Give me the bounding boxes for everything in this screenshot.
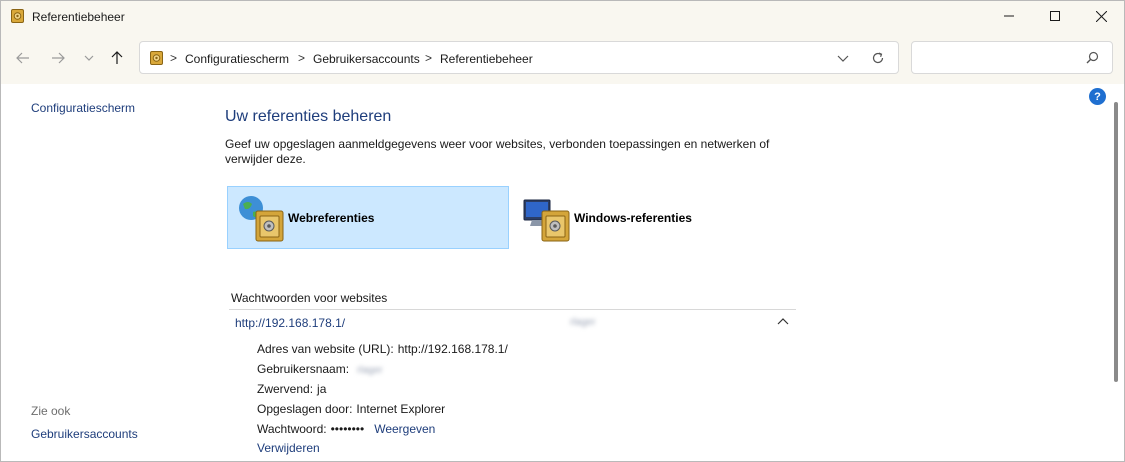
monitor-vault-icon (523, 199, 570, 242)
detail-roaming-label: Zwervend: (257, 382, 314, 396)
arrow-right-icon (52, 52, 65, 64)
refresh-icon[interactable] (870, 50, 886, 66)
detail-username-value: rlager (357, 365, 383, 376)
arrow-left-icon (16, 52, 29, 64)
search-box[interactable] (911, 41, 1113, 74)
breadcrumb-item-configuratiescherm[interactable]: Configuratiescherm (185, 52, 289, 66)
detail-username-label: Gebruikersnaam: (257, 362, 350, 376)
detail-address-value: http://192.168.178.1/ (397, 342, 508, 356)
search-icon[interactable] (1086, 51, 1099, 64)
credential-manager-icon (11, 9, 24, 23)
minimize-button[interactable] (986, 1, 1032, 31)
recent-locations-button[interactable] (78, 47, 100, 69)
globe-vault-icon (239, 196, 284, 242)
arrow-up-icon (111, 51, 123, 64)
detail-password-value: •••••••• (330, 422, 365, 436)
navigation-bar: > Configuratiescherm > Gebruikersaccount… (0, 31, 1125, 84)
breadcrumb-separator: > (298, 51, 306, 65)
tile-label-web-credentials: Webreferenties (288, 211, 375, 225)
detail-username: Gebruikersnaam: rlager (257, 362, 383, 376)
sidebar-link-configuratiescherm[interactable]: Configuratiescherm (31, 101, 135, 115)
maximize-button[interactable] (1032, 1, 1078, 31)
breadcrumb-item-gebruikersaccounts[interactable]: Gebruikersaccounts (313, 52, 420, 66)
tile-label-windows-credentials: Windows-referenties (574, 211, 692, 225)
see-also-heading: Zie ook (31, 404, 71, 418)
detail-address-label: Adres van website (URL): (257, 342, 394, 356)
section-heading-web-passwords: Wachtwoorden voor websites (231, 291, 388, 305)
close-icon (1095, 10, 1107, 22)
chevron-down-icon (84, 55, 94, 61)
chevron-down-icon[interactable] (835, 52, 851, 66)
tile-windows-credentials[interactable]: Windows-referenties (513, 186, 795, 249)
credential-username-blurred: rlager (570, 317, 596, 328)
detail-password-label: Wachtwoord: (257, 422, 327, 436)
remove-credential-link[interactable]: Verwijderen (257, 441, 320, 455)
credential-manager-icon (150, 51, 163, 65)
detail-address: Adres van website (URL): http://192.168.1… (257, 342, 508, 356)
up-button[interactable] (106, 47, 128, 69)
address-bar[interactable]: > Configuratiescherm > Gebruikersaccount… (139, 41, 899, 74)
page-title: Uw referenties beheren (225, 108, 392, 125)
credential-row[interactable]: http://192.168.178.1/ rlager (229, 312, 796, 334)
page-description: Geef uw opgeslagen aanmeldgegevens weer … (225, 137, 770, 166)
detail-password: Wachtwoord: •••••••• Weergeven (257, 422, 435, 436)
back-button[interactable] (12, 47, 34, 69)
content-area: Configuratiescherm Zie ook Gebruikersacc… (0, 84, 1125, 462)
breadcrumb-separator: > (425, 51, 433, 65)
breadcrumb-item-referentiebeheer[interactable]: Referentiebeheer (440, 52, 533, 66)
search-input[interactable] (920, 49, 1080, 67)
chevron-up-icon[interactable] (777, 317, 789, 325)
show-password-link[interactable]: Weergeven (374, 422, 435, 436)
scrollbar[interactable] (1114, 102, 1118, 382)
detail-saved-by: Opgeslagen door: Internet Explorer (257, 402, 445, 416)
tile-web-credentials[interactable]: Webreferenties (227, 186, 509, 249)
maximize-icon (1050, 11, 1060, 21)
detail-saved-by-value: Internet Explorer (356, 402, 446, 416)
detail-roaming: Zwervend: ja (257, 382, 326, 396)
sidebar-link-gebruikersaccounts[interactable]: Gebruikersaccounts (31, 427, 138, 441)
section-divider (229, 309, 796, 310)
detail-saved-by-label: Opgeslagen door: (257, 402, 353, 416)
help-icon[interactable]: ? (1089, 88, 1106, 105)
close-button[interactable] (1078, 1, 1124, 31)
detail-roaming-value: ja (317, 382, 327, 396)
minimize-icon (1004, 15, 1014, 17)
credential-url: http://192.168.178.1/ (235, 316, 346, 330)
window-title: Referentiebeheer (32, 10, 125, 24)
detail-remove: Verwijderen (257, 441, 320, 455)
title-bar: Referentiebeheer (0, 0, 1125, 31)
forward-button[interactable] (47, 47, 69, 69)
breadcrumb-separator: > (170, 51, 178, 65)
